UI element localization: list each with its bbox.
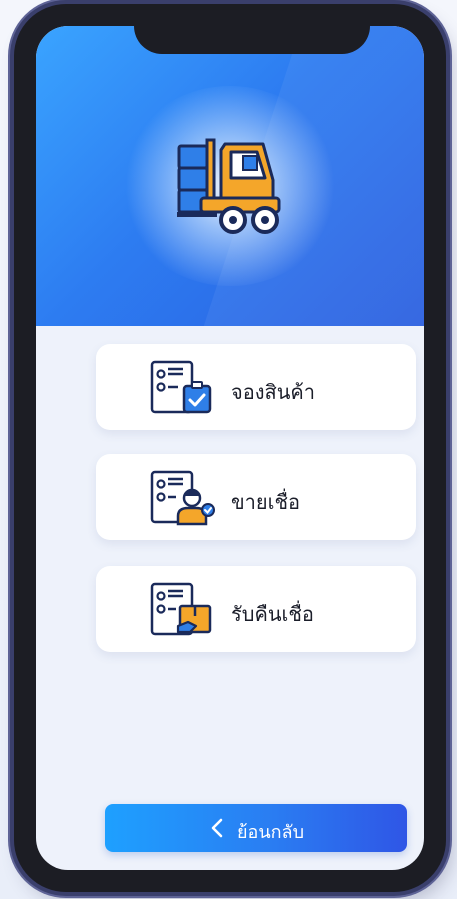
forklift-icon xyxy=(177,138,281,234)
checklist-box-return-icon xyxy=(150,582,212,636)
app-screen: จองสินค้า ขายเชื่อ รับคืนเชื่อ ย้อนกลับ xyxy=(36,26,424,870)
checklist-salesperson-icon xyxy=(150,470,215,526)
page-background: จองสินค้า ขายเชื่อ รับคืนเชื่อ ย้อนกลับ xyxy=(0,0,457,899)
back-button[interactable]: ย้อนกลับ xyxy=(105,804,407,852)
back-button-label: ย้อนกลับ xyxy=(237,822,305,842)
hero-banner xyxy=(36,26,424,326)
menu-item-label: รับคืนเชื่อ xyxy=(231,604,314,626)
chevron-left-icon xyxy=(211,818,223,838)
menu-item-reserve-goods[interactable]: จองสินค้า xyxy=(96,344,416,430)
menu-item-credit-sale[interactable]: ขายเชื่อ xyxy=(96,454,416,540)
menu-item-credit-return[interactable]: รับคืนเชื่อ xyxy=(96,566,416,652)
menu-item-label: จองสินค้า xyxy=(231,382,315,404)
phone-frame: จองสินค้า ขายเชื่อ รับคืนเชื่อ ย้อนกลับ xyxy=(14,4,446,892)
menu-item-label: ขายเชื่อ xyxy=(231,492,301,514)
phone-notch xyxy=(134,8,370,54)
checklist-clipboard-icon xyxy=(150,360,212,414)
